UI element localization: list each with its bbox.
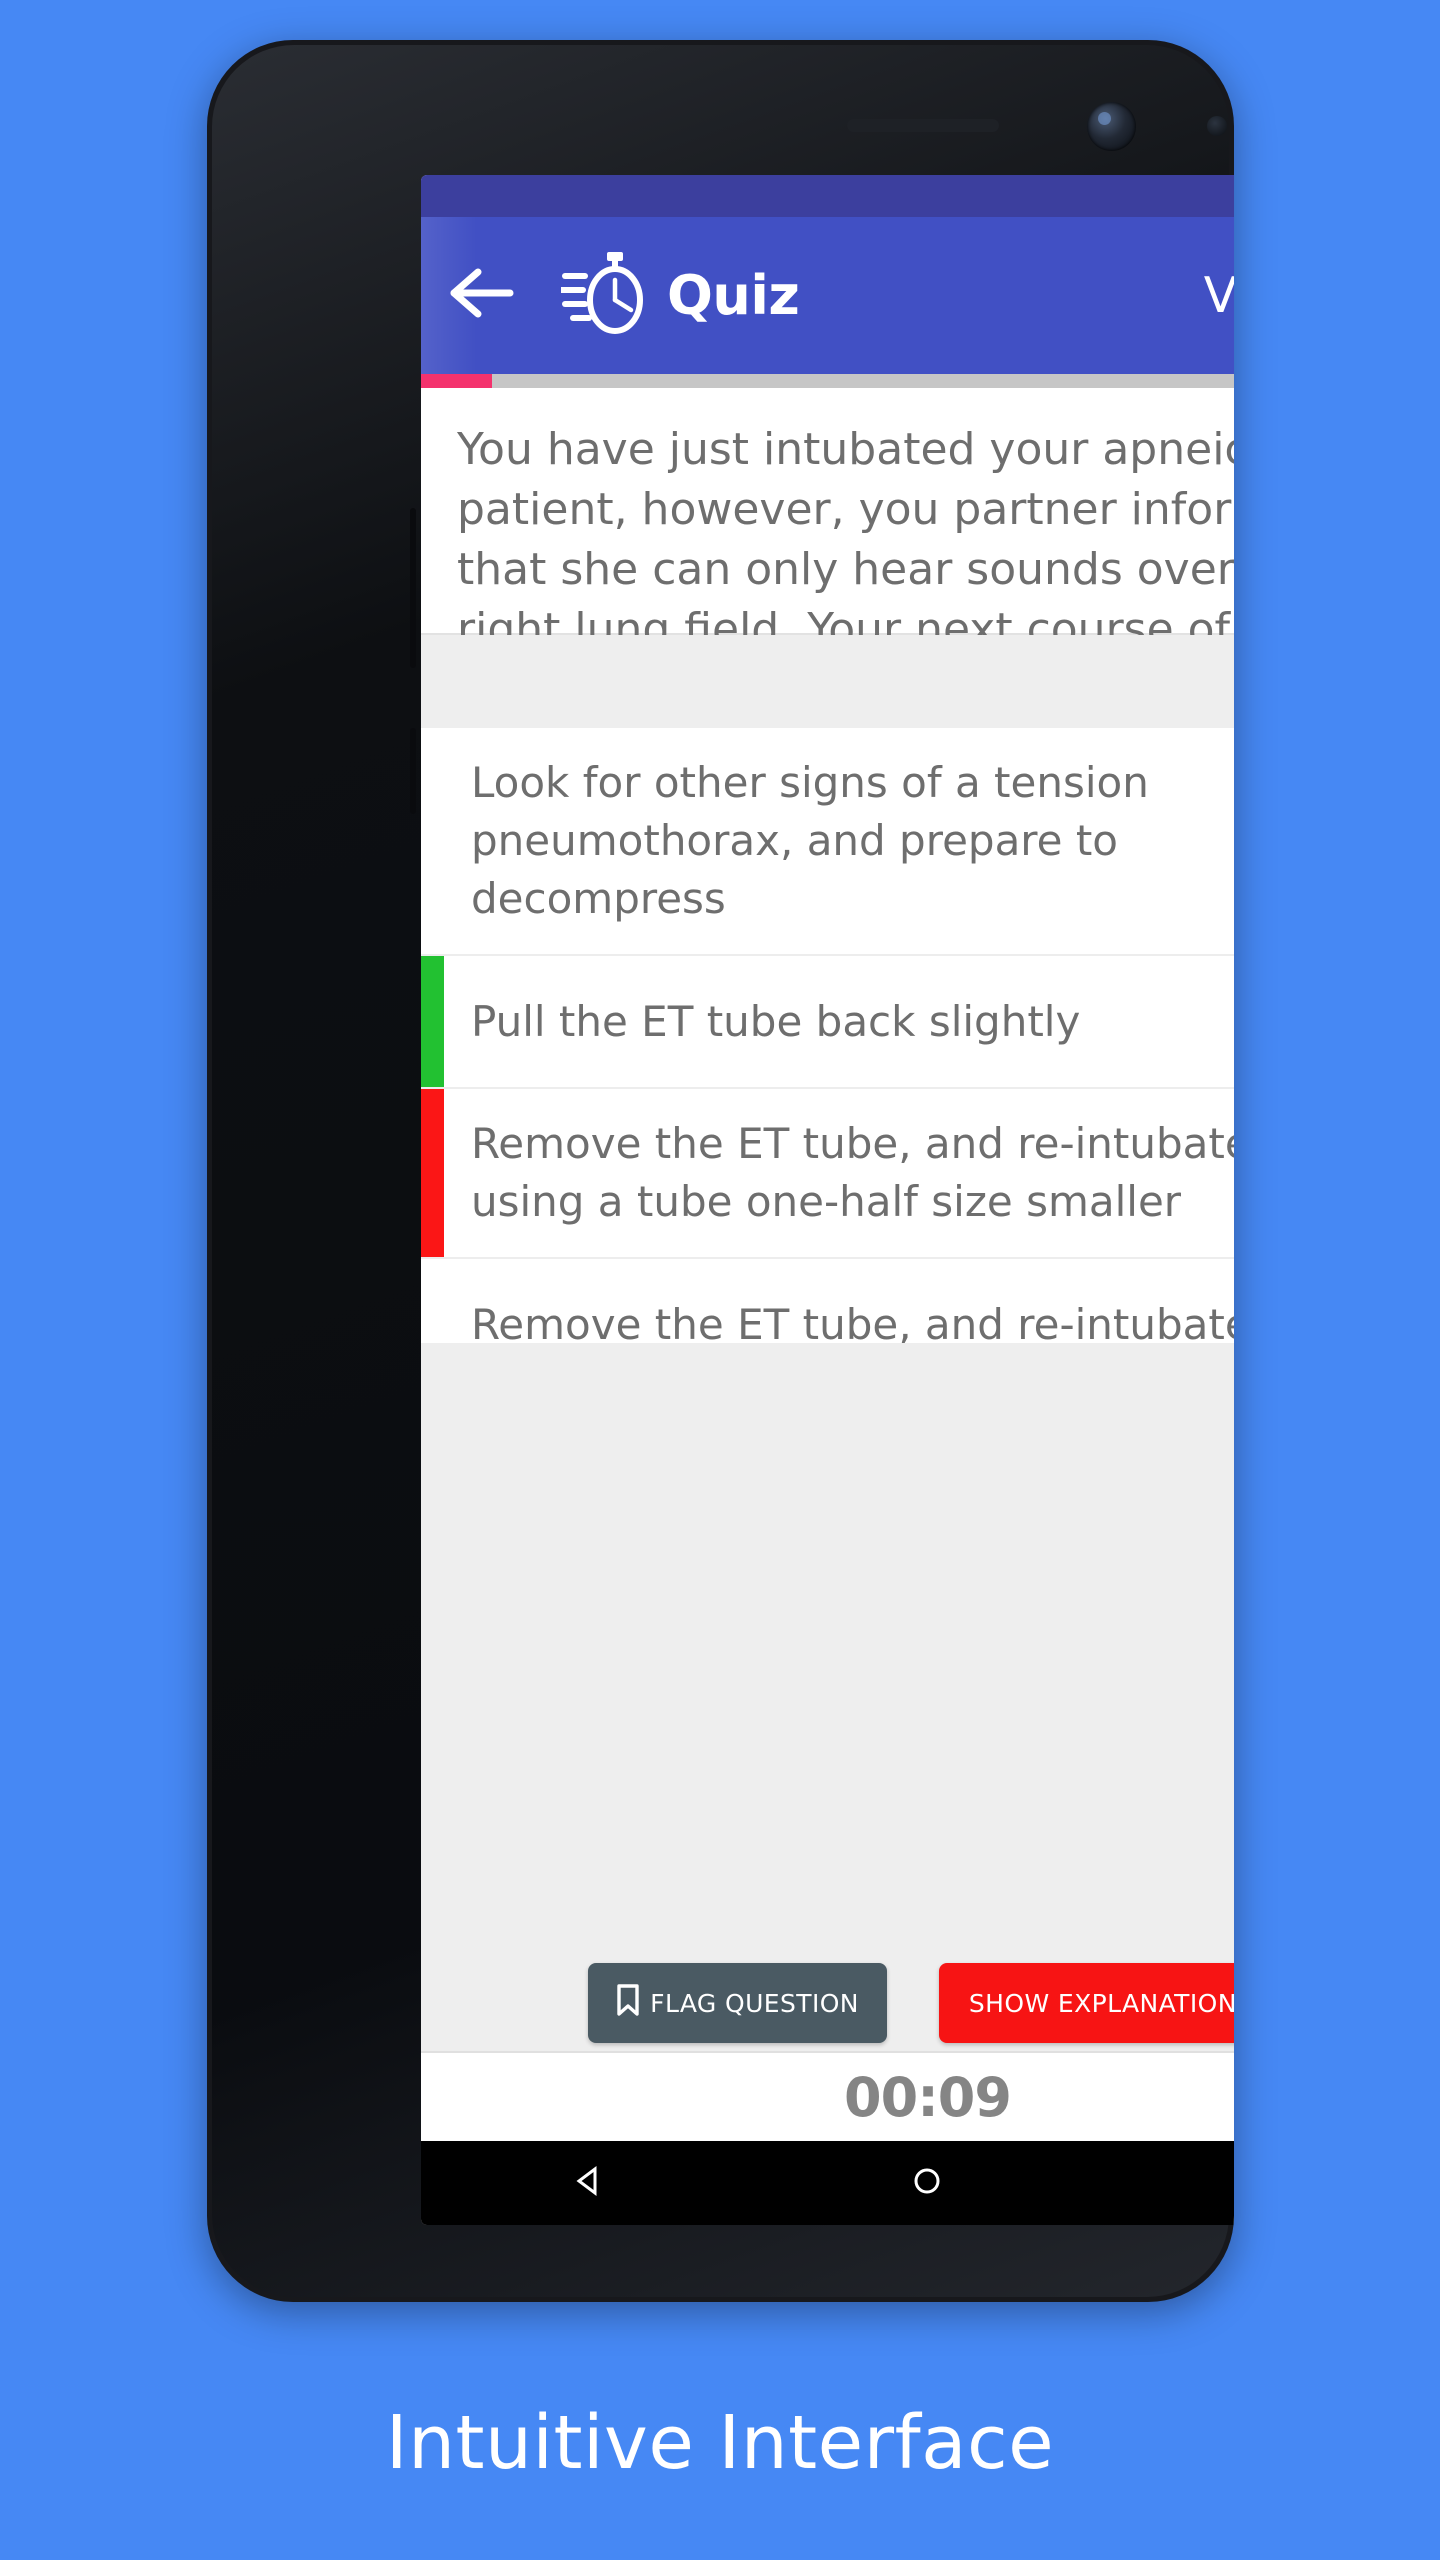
- flag-question-button[interactable]: FLAG QUESTION: [588, 1963, 887, 2043]
- phone-device-frame: 11:5: [207, 40, 1234, 2302]
- answer-option-2[interactable]: Pull the ET tube back slightly✓: [421, 956, 1234, 1089]
- answer-marker-none: [421, 728, 444, 954]
- answer-text: Pull the ET tube back slightly: [471, 996, 1081, 1046]
- quiz-progress-bar: [421, 374, 1234, 388]
- stopwatch-icon: [558, 250, 645, 341]
- answer-option-3[interactable]: Remove the ET tube, and re-intubate usin…: [421, 1089, 1234, 1259]
- action-buttons: FLAG QUESTION SHOW EXPLANATION: [421, 1963, 1234, 2043]
- quiz-bottom-bar: 00:09 NEXT ›: [421, 2051, 1234, 2141]
- triangle-back-icon: [575, 2165, 605, 2201]
- flag-question-label: FLAG QUESTION: [650, 1988, 859, 2018]
- circle-home-icon: [912, 2166, 942, 2201]
- earpiece-speaker: [847, 119, 999, 132]
- question-counter-strip: 1/10: [421, 635, 1234, 728]
- nav-back-button[interactable]: [530, 2141, 650, 2225]
- countdown-timer: 00:09: [844, 2065, 1012, 2129]
- promo-caption: Intuitive Interface: [385, 2400, 1055, 2486]
- answer-text: Look for other signs of a tension pneumo…: [471, 758, 1149, 923]
- answers-list: Look for other signs of a tension pneumo…: [421, 728, 1234, 1392]
- answer-marker-wrong: [421, 1089, 444, 1257]
- back-button[interactable]: [421, 217, 541, 374]
- proximity-sensor-icon: [1207, 116, 1227, 136]
- bookmark-icon: [616, 1984, 640, 2022]
- back-arrow-icon: [448, 268, 514, 323]
- quiz-progress-fill: [421, 374, 492, 388]
- assistant-button[interactable]: [410, 728, 416, 814]
- volume-button[interactable]: [410, 508, 416, 668]
- android-nav-bar: [421, 2141, 1234, 2225]
- status-bar: 11:5: [421, 175, 1234, 217]
- app-bar: Quiz View All: [421, 217, 1234, 374]
- answer-marker-correct: [421, 956, 444, 1087]
- action-area: FLAG QUESTION SHOW EXPLANATION: [421, 1343, 1234, 2143]
- front-camera-icon: [1087, 102, 1136, 151]
- app-title-group: Quiz: [558, 250, 800, 341]
- show-explanation-label: SHOW EXPLANATION: [968, 1988, 1234, 2018]
- question-panel: You have just intubated your apneic pati…: [421, 388, 1234, 715]
- nav-recents-button[interactable]: [1205, 2141, 1234, 2225]
- phone-screen: 11:5: [421, 175, 1234, 2225]
- view-all-button[interactable]: View All: [1204, 267, 1234, 324]
- answer-text: Remove the ET tube, and re-intubate usin…: [471, 1119, 1234, 1226]
- nav-home-button[interactable]: [867, 2141, 987, 2225]
- page-title: Quiz: [667, 264, 800, 327]
- answer-option-1[interactable]: Look for other signs of a tension pneumo…: [421, 728, 1234, 956]
- show-explanation-button[interactable]: SHOW EXPLANATION: [938, 1963, 1234, 2043]
